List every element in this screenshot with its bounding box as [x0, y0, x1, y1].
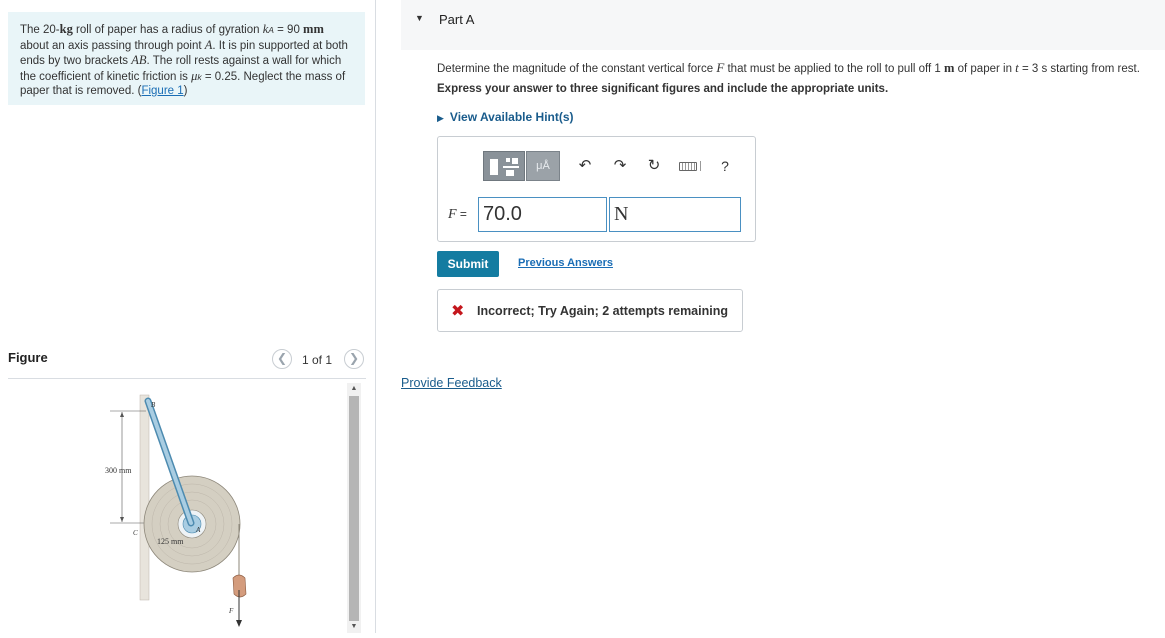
figure-image: B C A F 300 mm 125 mm: [90, 385, 260, 633]
problem-text: = 90: [273, 24, 304, 36]
redo-icon[interactable]: ↷: [611, 151, 629, 181]
figure-header: Figure ❮ 1 of 1 ❯: [8, 347, 366, 379]
label-b: B: [151, 401, 156, 409]
help-icon[interactable]: ?: [718, 151, 732, 181]
problem-statement: The 20-kg roll of paper has a radius of …: [8, 12, 365, 105]
answer-box: μÅ ↶ ↷ ↻ ? F =: [437, 136, 756, 242]
templates-glyph: [490, 158, 519, 176]
template-square: [512, 158, 518, 164]
dim-arrow-up: [120, 412, 124, 417]
dim-label-300: 300 mm: [105, 466, 132, 475]
problem-text: ): [183, 85, 188, 97]
unit-kg: kg: [59, 22, 73, 36]
chevron-right-icon[interactable]: ❯: [344, 349, 364, 369]
equals-sign: =: [456, 207, 467, 221]
reset-icon[interactable]: ↻: [645, 151, 663, 181]
question-part: Determine the magnitude of the constant …: [437, 63, 717, 75]
template-square: [506, 158, 510, 162]
previous-answers-link[interactable]: Previous Answers: [518, 257, 613, 269]
unit-m: m: [944, 61, 955, 75]
toolbar-separator: [700, 161, 701, 172]
templates-icon[interactable]: [483, 151, 525, 181]
dim-label-125: 125 mm: [157, 537, 184, 546]
template-bar: [503, 166, 519, 168]
question-part: of paper in: [954, 63, 1016, 75]
keyboard-icon[interactable]: [679, 151, 705, 181]
paper-roll-diagram: B C A F 300 mm 125 mm: [105, 394, 247, 627]
answer-unit-input[interactable]: [609, 197, 741, 232]
problem-text: roll of paper has a radius of gyration: [72, 24, 263, 36]
answer-variable-label: F =: [448, 207, 467, 223]
scroll-thumb[interactable]: [349, 396, 359, 621]
problem-text: The 20-: [20, 24, 60, 36]
part-a-header[interactable]: ▼ Part A: [401, 0, 1165, 50]
wall: [139, 394, 150, 601]
scroll-down-icon[interactable]: ▼: [347, 621, 361, 633]
feedback-box: ✖ Incorrect; Try Again; 2 attempts remai…: [437, 289, 743, 332]
label-c: C: [133, 529, 138, 537]
question-part: = 3 s starting from rest.: [1018, 63, 1140, 75]
problem-text: about an axis passing through point: [20, 39, 205, 52]
figure-scrollbar[interactable]: ▲ ▼: [347, 383, 361, 633]
figure-title: Figure: [8, 350, 48, 365]
template-square: [506, 170, 514, 176]
variable-f: F: [448, 207, 457, 222]
label-a: A: [195, 526, 201, 534]
figure-link[interactable]: Figure 1: [141, 85, 183, 97]
view-hints-link[interactable]: ▶ View Available Hint(s): [437, 110, 574, 124]
error-x-icon: ✖: [451, 303, 465, 320]
scroll-up-icon[interactable]: ▲: [347, 383, 361, 395]
force-arrowhead: [236, 620, 242, 627]
units-button[interactable]: μÅ: [526, 151, 560, 181]
provide-feedback-link[interactable]: Provide Feedback: [401, 376, 502, 390]
answer-value-input[interactable]: [478, 197, 607, 232]
chevron-left-icon[interactable]: ❮: [272, 349, 292, 369]
symbol-ab: AB: [131, 53, 147, 67]
keyboard-glyph: [679, 161, 697, 171]
question-part: that must be applied to the roll to pull…: [724, 63, 944, 75]
part-title: Part A: [439, 12, 475, 27]
hints-label: View Available Hint(s): [449, 110, 574, 124]
left-pane: The 20-kg roll of paper has a radius of …: [0, 0, 376, 633]
dim-arrow-down: [120, 517, 124, 522]
collapse-caret-icon[interactable]: ▼: [415, 13, 424, 23]
question-text: Determine the magnitude of the constant …: [437, 60, 1140, 76]
answer-instruction: Express your answer to three significant…: [437, 83, 889, 95]
figure-page-count: 1 of 1: [302, 353, 333, 367]
template-square: [490, 159, 498, 175]
submit-button[interactable]: Submit: [437, 251, 499, 277]
feedback-message: Incorrect; Try Again; 2 attempts remaini…: [477, 304, 728, 318]
unit-mm: mm: [303, 22, 324, 36]
undo-icon[interactable]: ↶: [576, 151, 594, 181]
expand-triangle-icon: ▶: [437, 113, 444, 123]
label-f: F: [228, 607, 234, 615]
